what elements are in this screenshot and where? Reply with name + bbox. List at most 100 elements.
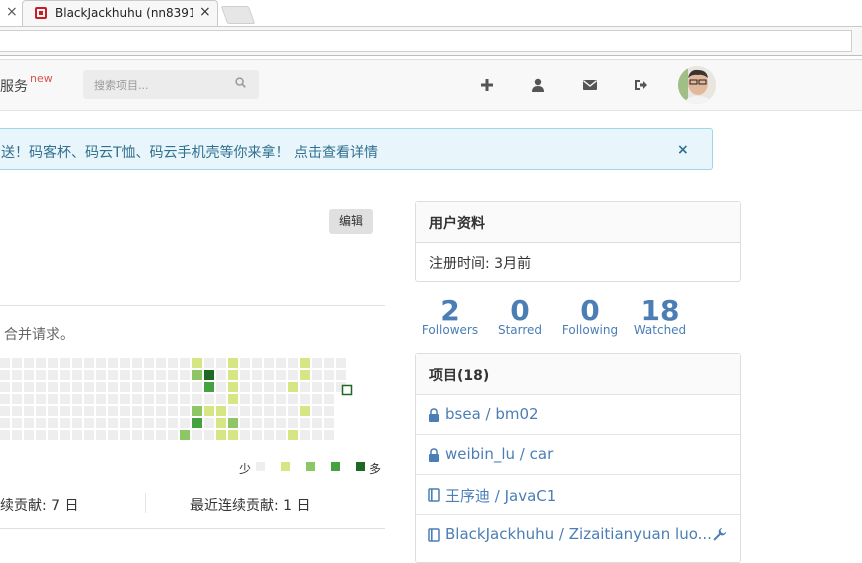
heatmap-cell [24, 418, 34, 428]
search-placeholder: 搜索项目... [94, 79, 149, 92]
registered-time: 注册时间: 3月前 [429, 256, 532, 272]
heatmap-cell [72, 394, 82, 404]
heatmap-cell [300, 418, 310, 428]
legend-square [331, 462, 340, 471]
address-input[interactable] [0, 30, 852, 52]
heatmap-cell [324, 394, 334, 404]
banner-text: 送！码客杯、码云T恤、码云手机壳等你来拿！ 点击查看详情 [1, 142, 378, 162]
heatmap-cell [96, 370, 106, 380]
heatmap-cell [96, 382, 106, 392]
plus-icon[interactable] [479, 77, 495, 93]
lock-icon [429, 408, 439, 422]
active-tab[interactable]: BlackJackhuhu (nn83913 × [22, 0, 218, 26]
heatmap-cell [288, 394, 298, 404]
heatmap-cell [36, 358, 46, 368]
new-tab-button[interactable] [220, 6, 256, 24]
banner-details-link[interactable]: 点击查看详情 [294, 145, 378, 161]
heatmap-cell [240, 430, 250, 440]
heatmap-cell [48, 394, 58, 404]
heatmap-cell [48, 406, 58, 416]
heatmap-cell [132, 430, 142, 440]
search-input[interactable]: 搜索项目... [83, 70, 259, 99]
heatmap-cell [84, 370, 94, 380]
wrench-icon[interactable] [712, 527, 727, 542]
heatmap-cell [144, 418, 154, 428]
heatmap-cell [240, 358, 250, 368]
heatmap-cell [108, 418, 118, 428]
heatmap-cell [132, 418, 142, 428]
heatmap-cell [288, 418, 298, 428]
project-item[interactable]: 王序迪 / JavaC1 [416, 474, 740, 514]
heatmap-cell [168, 430, 178, 440]
heatmap-cell [240, 394, 250, 404]
heatmap-cell [240, 382, 250, 392]
heatmap-cell [192, 430, 202, 440]
heatmap-cell [12, 382, 22, 392]
heatmap-cell [324, 418, 334, 428]
heatmap-cell [300, 406, 310, 416]
heatmap-cell [180, 358, 190, 368]
heatmap-today-cell [341, 384, 353, 396]
heatmap-cell [132, 382, 142, 392]
project-link[interactable]: BlackJackhuhu / Zizaitianyuan luo... [445, 525, 712, 543]
heatmap-cell [156, 370, 166, 380]
heatmap-cell [252, 394, 262, 404]
stat-label: Starred [497, 323, 543, 337]
heatmap-cell [288, 370, 298, 380]
heatmap-cell [204, 382, 214, 392]
heatmap-cell [36, 370, 46, 380]
heatmap-cell [204, 430, 214, 440]
prev-tab-close-icon[interactable]: × [6, 4, 18, 20]
site-header: 服务 new 搜索项目... [0, 59, 862, 111]
heatmap-cell [60, 430, 70, 440]
sign-out-icon[interactable] [633, 77, 649, 93]
heatmap-cell [24, 406, 34, 416]
envelope-icon[interactable] [582, 77, 598, 93]
heatmap-cell [120, 406, 130, 416]
heatmap-cell [96, 406, 106, 416]
heatmap-cell [96, 394, 106, 404]
heatmap-cell [12, 394, 22, 404]
banner-close-icon[interactable]: × [677, 142, 689, 158]
heatmap-cell [180, 394, 190, 404]
user-icon[interactable] [530, 77, 546, 93]
heatmap-cell [144, 370, 154, 380]
heatmap-cell [324, 358, 334, 368]
heatmap-cell [180, 406, 190, 416]
heatmap-cell [96, 358, 106, 368]
project-item[interactable]: BlackJackhuhu / Zizaitianyuan luo... [416, 514, 740, 554]
heatmap-cell [300, 430, 310, 440]
heatmap-cell [120, 358, 130, 368]
browser-tab-bar: × BlackJackhuhu (nn83913 × [0, 0, 862, 27]
edit-profile-button[interactable]: 编辑 [329, 209, 373, 234]
heatmap-cell [156, 430, 166, 440]
heatmap-cell [252, 382, 262, 392]
heatmap-cell [180, 430, 190, 440]
legend-more-label: 多 [369, 462, 382, 476]
heatmap-cell [24, 394, 34, 404]
heatmap-cell [84, 406, 94, 416]
heatmap-cell [24, 358, 34, 368]
project-item[interactable]: weibin_lu / car [416, 434, 740, 474]
project-link[interactable]: weibin_lu / car [445, 445, 553, 463]
heatmap-cell [72, 370, 82, 380]
book-icon [428, 488, 440, 502]
project-item[interactable]: bsea / bm02 [416, 394, 740, 434]
stat-label: Watched [633, 323, 687, 337]
avatar[interactable] [678, 66, 716, 104]
heatmap-cell [312, 418, 322, 428]
heatmap-cell [108, 430, 118, 440]
heatmap-cell [240, 406, 250, 416]
heatmap-cell [12, 418, 22, 428]
nav-service-link[interactable]: 服务 [0, 76, 28, 96]
heatmap-cell [48, 430, 58, 440]
project-link[interactable]: bsea / bm02 [445, 405, 539, 423]
heatmap-cell [324, 406, 334, 416]
project-link[interactable]: 王序迪 / JavaC1 [445, 485, 556, 506]
search-icon[interactable] [235, 77, 246, 88]
legend-square [306, 462, 315, 471]
heatmap-cell [144, 394, 154, 404]
tab-close-icon[interactable]: × [199, 4, 211, 20]
heatmap-cell [204, 358, 214, 368]
heatmap-cell [96, 430, 106, 440]
